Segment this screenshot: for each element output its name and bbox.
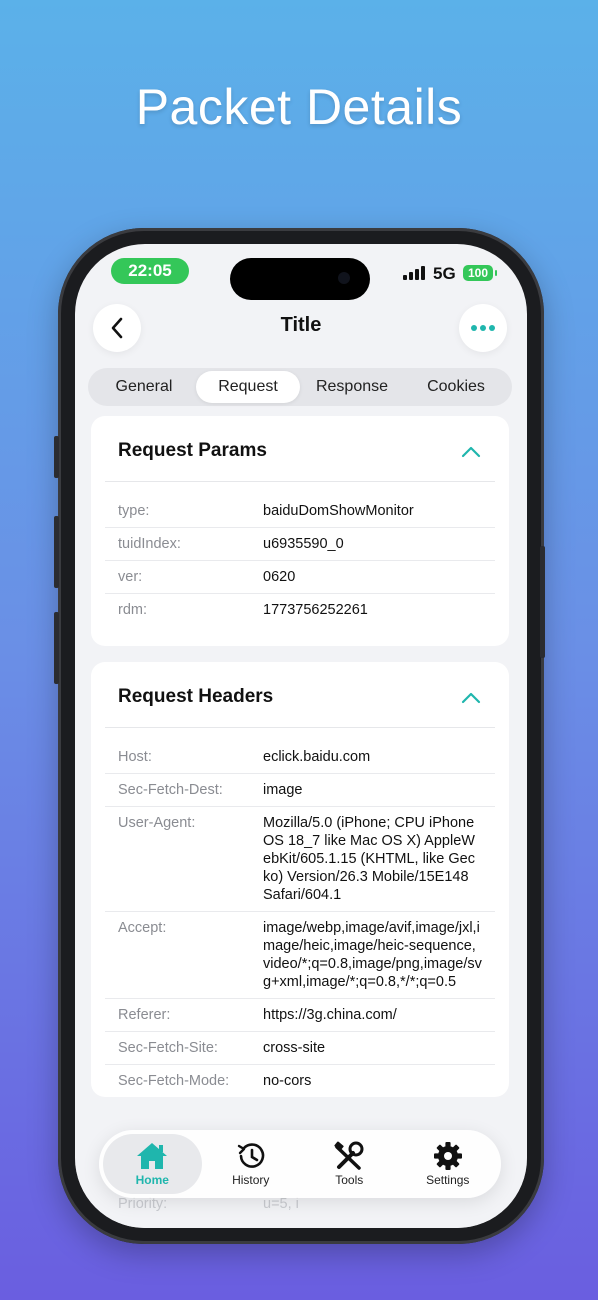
- bottom-tab-bar: Home History Tools Settings: [99, 1130, 501, 1198]
- row-value: baiduDomShowMonitor: [263, 503, 414, 519]
- table-row: User-Agent: Mozilla/5.0 (iPhone; CPU iPho…: [105, 807, 495, 912]
- row-key: tuidIndex:: [118, 536, 181, 552]
- request-params-card: Request Params type: baiduDomShowMonitor …: [91, 416, 509, 646]
- tabbar-label: Settings: [426, 1173, 470, 1187]
- request-params-list: type: baiduDomShowMonitor tuidIndex: u6935…: [105, 482, 495, 626]
- volume-down-button: [54, 612, 59, 684]
- row-key: Priority:: [118, 1196, 168, 1212]
- request-headers-list: Host: eclick.baidu.com Sec-Fetch-Dest: ima…: [105, 728, 495, 1097]
- row-key: Sec-Fetch-Site:: [118, 1040, 218, 1056]
- tabbar-label: Tools: [335, 1173, 364, 1187]
- phone-screen: 22:05 5G 100 Title General Request Respo…: [75, 244, 527, 1228]
- tabbar-label: History: [232, 1173, 270, 1187]
- more-dots-icon: [471, 325, 495, 331]
- section-title: Request Headers: [118, 686, 274, 707]
- dynamic-island: [230, 258, 370, 300]
- more-button[interactable]: [459, 304, 507, 352]
- history-icon: [237, 1143, 264, 1168]
- camera: [338, 272, 350, 284]
- table-row: type: baiduDomShowMonitor: [105, 495, 495, 528]
- row-value: u6935590_0: [263, 536, 344, 552]
- row-value: 1773756252261: [263, 602, 368, 618]
- gear-icon: [433, 1142, 462, 1170]
- row-key: ver:: [118, 569, 143, 585]
- request-headers-header[interactable]: Request Headers: [105, 662, 495, 728]
- tabbar-history[interactable]: History: [202, 1134, 301, 1194]
- tabbar-settings[interactable]: Settings: [399, 1134, 498, 1194]
- table-row: tuidIndex: u6935590_0: [105, 528, 495, 561]
- tab-cookies[interactable]: Cookies: [404, 371, 508, 403]
- table-row: Sec-Fetch-Site: cross-site: [105, 1032, 495, 1065]
- request-headers-card: Request Headers Host: eclick.baidu.com Se…: [91, 662, 509, 1097]
- row-value: https://3g.china.com/: [263, 1007, 397, 1023]
- silent-switch: [54, 436, 59, 478]
- network-label: 5G: [433, 264, 456, 283]
- table-row: ver: 0620: [105, 561, 495, 594]
- status-bar: 22:05 5G 100: [75, 244, 527, 300]
- row-key: Sec-Fetch-Dest:: [118, 782, 223, 798]
- row-value: 0620: [263, 569, 296, 585]
- tab-response[interactable]: Response: [300, 371, 404, 403]
- row-value: u=5, i: [263, 1196, 299, 1212]
- power-button: [540, 546, 545, 658]
- table-row: Sec-Fetch-Dest: image: [105, 774, 495, 807]
- tab-general[interactable]: General: [92, 371, 196, 403]
- headline: Packet Details: [135, 79, 463, 135]
- tabbar-label: Home: [135, 1173, 169, 1187]
- row-key: User-Agent:: [118, 815, 196, 831]
- chevron-up-icon[interactable]: [461, 446, 481, 458]
- row-value: cross-site: [263, 1040, 326, 1056]
- row-value: no-cors: [263, 1073, 312, 1089]
- row-key: Accept:: [118, 920, 167, 936]
- row-key: type:: [118, 503, 150, 519]
- chevron-up-icon[interactable]: [461, 692, 481, 704]
- table-row: rdm: 1773756252261: [105, 594, 495, 626]
- tools-icon: [334, 1141, 364, 1170]
- row-key: rdm:: [118, 602, 147, 618]
- row-key: Sec-Fetch-Mode:: [118, 1073, 230, 1089]
- volume-up-button: [54, 516, 59, 588]
- row-value: eclick.baidu.com: [263, 749, 371, 765]
- battery-icon: 100: [463, 265, 497, 281]
- table-row: Sec-Fetch-Mode: no-cors: [105, 1065, 495, 1097]
- nav-bar: Title: [75, 300, 527, 356]
- table-row: Host: eclick.baidu.com: [105, 741, 495, 774]
- home-icon: [137, 1143, 168, 1169]
- table-row: Accept: image/webp,image/avif,image/jxl,i…: [105, 912, 495, 999]
- tab-request[interactable]: Request: [196, 371, 300, 403]
- status-time: 22:05: [111, 258, 189, 284]
- signal-icon: [403, 266, 425, 280]
- section-title: Request Params: [118, 440, 267, 461]
- row-value: image/webp,image/avif,image/jxl,image/he…: [263, 920, 482, 990]
- row-key: Referer:: [118, 1007, 171, 1023]
- table-row: Referer: https://3g.china.com/: [105, 999, 495, 1032]
- tabbar-home[interactable]: Home: [103, 1134, 202, 1194]
- tabbar-tools[interactable]: Tools: [300, 1134, 399, 1194]
- request-params-header[interactable]: Request Params: [105, 416, 495, 482]
- row-value: Mozilla/5.0 (iPhone; CPU iPhone OS 18_7 …: [263, 815, 475, 903]
- segmented-tabs: General Request Response Cookies: [88, 368, 512, 406]
- content-area: Request Params type: baiduDomShowMonitor …: [91, 416, 509, 1113]
- partial-table-row: Priority: u=5, i: [118, 1196, 498, 1212]
- row-value: image: [263, 782, 303, 798]
- row-key: Host:: [118, 749, 152, 765]
